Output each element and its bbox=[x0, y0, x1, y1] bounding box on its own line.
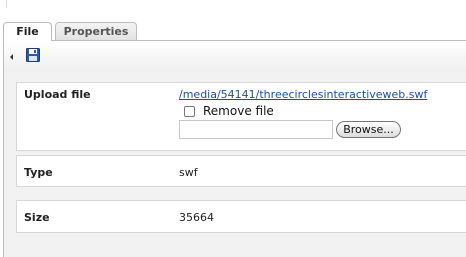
size-panel: Size 35664 bbox=[16, 200, 466, 233]
upload-file-panel: Upload file /media/54141/threecirclesint… bbox=[16, 82, 466, 151]
chevron-left-icon[interactable] bbox=[10, 54, 13, 60]
top-divider bbox=[0, 0, 7, 8]
file-path-input[interactable] bbox=[179, 120, 333, 139]
tab-strip: File Properties bbox=[0, 19, 466, 41]
type-value: swf bbox=[179, 166, 198, 179]
browse-button[interactable]: Browse... bbox=[336, 121, 401, 138]
size-value: 35664 bbox=[179, 211, 214, 224]
top-bar bbox=[0, 0, 466, 19]
type-panel: Type swf bbox=[16, 155, 466, 187]
upload-file-label: Upload file bbox=[24, 88, 91, 101]
floppy-disk-icon[interactable] bbox=[26, 48, 40, 62]
file-link[interactable]: /media/54141/threecirclesinteractiveweb.… bbox=[179, 88, 427, 101]
type-label: Type bbox=[24, 166, 53, 179]
size-label: Size bbox=[24, 211, 50, 224]
remove-file-checkbox[interactable] bbox=[184, 106, 195, 117]
tab-properties[interactable]: Properties bbox=[55, 22, 137, 40]
remove-file-label[interactable]: Remove file bbox=[203, 104, 274, 118]
content-area: Upload file /media/54141/threecirclesint… bbox=[3, 72, 466, 257]
toolbar bbox=[3, 40, 466, 72]
tab-file[interactable]: File bbox=[3, 22, 52, 41]
